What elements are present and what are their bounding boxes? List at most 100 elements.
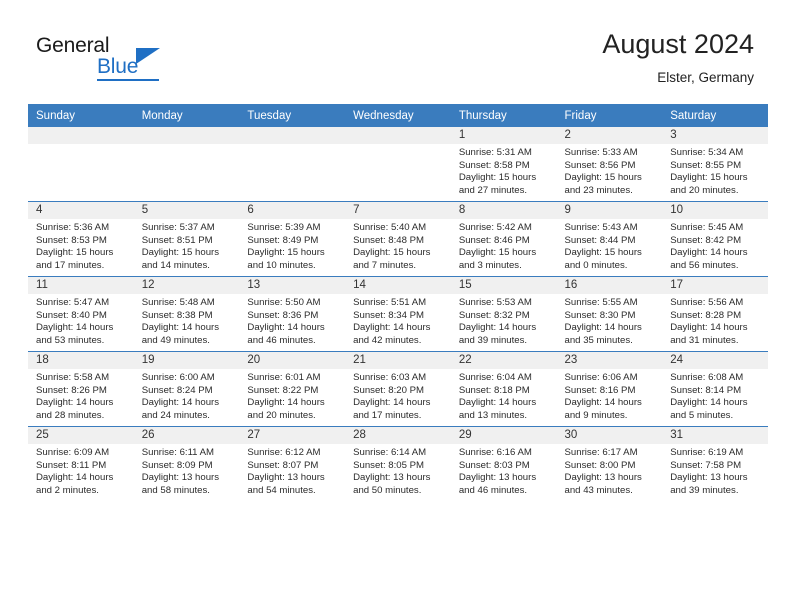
sunset-text: Sunset: 8:09 PM — [141, 459, 213, 471]
calendar-day-cell[interactable] — [239, 127, 346, 202]
calendar-day-cell[interactable]: 19 Sunrise: 6:00 AM Sunset: 8:24 PM Dayligh… — [133, 351, 240, 427]
day-number: 20 — [239, 352, 346, 369]
day-cell: 9 Sunrise: 5:43 AM Sunset: 8:44 PM Daylight… — [556, 202, 663, 276]
day-details: Sunrise: 6:09 AM Sunset: 8:11 PM Daylight:… — [28, 444, 134, 497]
sunset-text: Sunset: 8:55 PM — [670, 159, 742, 171]
calendar-day-cell[interactable]: 3 Sunrise: 5:34 AM Sunset: 8:55 PM Daylight… — [662, 127, 768, 202]
day-cell: 23 Sunrise: 6:06 AM Sunset: 8:16 PM Dayligh… — [556, 352, 663, 426]
sunset-text: Sunset: 8:20 PM — [353, 384, 425, 396]
calendar-day-cell[interactable]: 16 Sunrise: 5:55 AM Sunset: 8:30 PM Dayligh… — [556, 276, 663, 352]
sunset-text: Sunset: 8:26 PM — [36, 384, 107, 396]
calendar-day-cell[interactable]: 13 Sunrise: 5:50 AM Sunset: 8:36 PM Dayligh… — [239, 276, 346, 352]
day-cell: 30 Sunrise: 6:17 AM Sunset: 8:00 PM Dayligh… — [556, 427, 663, 501]
calendar-day-cell[interactable]: 2 Sunrise: 5:33 AM Sunset: 8:56 PM Daylight… — [556, 127, 663, 202]
day-number: 30 — [556, 427, 663, 444]
sunrise-text: Sunrise: 6:00 AM — [141, 372, 215, 383]
calendar-day-cell[interactable]: 12 Sunrise: 5:48 AM Sunset: 8:38 PM Dayligh… — [133, 276, 240, 352]
daylight-text: Daylight: 13 hours and 54 minutes. — [247, 472, 325, 496]
daylight-text: Daylight: 14 hours and 53 minutes. — [36, 322, 114, 346]
calendar-day-cell[interactable]: 29 Sunrise: 6:16 AM Sunset: 8:03 PM Dayligh… — [450, 426, 557, 501]
sunrise-text: Sunrise: 5:42 AM — [458, 222, 532, 233]
daylight-text: Daylight: 14 hours and 28 minutes. — [36, 397, 114, 421]
day-number: 10 — [662, 202, 768, 219]
day-number: 24 — [662, 352, 768, 369]
sunset-text: Sunset: 8:38 PM — [141, 309, 213, 321]
general-blue-logo[interactable]: General Blue — [36, 34, 216, 86]
sunrise-text: Sunrise: 5:51 AM — [353, 297, 427, 308]
sunrise-text: Sunrise: 6:16 AM — [458, 447, 532, 458]
calendar-day-cell[interactable]: 14 Sunrise: 5:51 AM Sunset: 8:34 PM Dayligh… — [345, 276, 451, 352]
sunset-text: Sunset: 8:58 PM — [458, 159, 530, 171]
sunset-text: Sunset: 8:56 PM — [564, 159, 636, 171]
day-number: 19 — [133, 352, 240, 369]
calendar-day-cell[interactable]: 17 Sunrise: 5:56 AM Sunset: 8:28 PM Dayligh… — [662, 276, 768, 352]
day-details: Sunrise: 5:56 AM Sunset: 8:28 PM Daylight:… — [662, 294, 768, 347]
logo-triangle-icon — [136, 48, 160, 64]
calendar-day-cell[interactable]: 5 Sunrise: 5:37 AM Sunset: 8:51 PM Daylight… — [133, 201, 240, 277]
daylight-text: Daylight: 14 hours and 24 minutes. — [141, 397, 220, 421]
day-details: Sunrise: 5:39 AM Sunset: 8:49 PM Daylight:… — [239, 219, 345, 272]
calendar-day-cell[interactable] — [345, 127, 451, 202]
calendar-header-row: Sunday Monday Tuesday Wednesday Thursday… — [28, 104, 768, 127]
calendar-day-cell[interactable]: 10 Sunrise: 5:45 AM Sunset: 8:42 PM Dayligh… — [662, 201, 768, 277]
page-header: General Blue August 2024 Elster, Germany — [28, 28, 768, 98]
day-number: 18 — [28, 352, 134, 369]
day-cell-empty — [239, 127, 346, 201]
day-number: 9 — [556, 202, 663, 219]
sunset-text: Sunset: 8:16 PM — [564, 384, 636, 396]
calendar-day-cell[interactable]: 9 Sunrise: 5:43 AM Sunset: 8:44 PM Daylight… — [556, 201, 663, 277]
calendar-week-row: 25 Sunrise: 6:09 AM Sunset: 8:11 PM Dayligh… — [28, 426, 768, 501]
page-title: August 2024 — [602, 29, 754, 59]
calendar-day-cell[interactable]: 20 Sunrise: 6:01 AM Sunset: 8:22 PM Dayligh… — [239, 351, 346, 427]
sunset-text: Sunset: 8:05 PM — [353, 459, 425, 471]
sunset-text: Sunset: 8:49 PM — [247, 234, 319, 246]
day-cell: 25 Sunrise: 6:09 AM Sunset: 8:11 PM Dayligh… — [28, 427, 134, 501]
calendar-day-cell[interactable]: 11 Sunrise: 5:47 AM Sunset: 8:40 PM Dayligh… — [28, 276, 134, 352]
calendar-day-cell[interactable] — [28, 127, 134, 202]
calendar-day-cell[interactable]: 31 Sunrise: 6:19 AM Sunset: 7:58 PM Dayligh… — [662, 426, 768, 501]
calendar-day-cell[interactable]: 28 Sunrise: 6:14 AM Sunset: 8:05 PM Dayligh… — [345, 426, 451, 501]
day-number: 17 — [662, 277, 768, 294]
calendar-day-cell[interactable]: 6 Sunrise: 5:39 AM Sunset: 8:49 PM Daylight… — [239, 201, 346, 277]
day-number: 8 — [450, 202, 557, 219]
calendar-day-cell[interactable]: 15 Sunrise: 5:53 AM Sunset: 8:32 PM Dayligh… — [450, 276, 557, 352]
sunrise-text: Sunrise: 5:47 AM — [36, 297, 110, 308]
calendar-day-cell[interactable]: 21 Sunrise: 6:03 AM Sunset: 8:20 PM Dayligh… — [345, 351, 451, 427]
calendar-day-cell[interactable]: 22 Sunrise: 6:04 AM Sunset: 8:18 PM Dayligh… — [450, 351, 557, 427]
calendar-day-cell[interactable]: 18 Sunrise: 5:58 AM Sunset: 8:26 PM Dayligh… — [28, 351, 134, 427]
calendar-day-cell[interactable]: 4 Sunrise: 5:36 AM Sunset: 8:53 PM Daylight… — [28, 201, 134, 277]
day-cell: 18 Sunrise: 5:58 AM Sunset: 8:26 PM Dayligh… — [28, 352, 134, 426]
sunrise-text: Sunrise: 6:14 AM — [353, 447, 427, 458]
calendar-day-cell[interactable]: 30 Sunrise: 6:17 AM Sunset: 8:00 PM Dayligh… — [556, 426, 663, 501]
daylight-text: Daylight: 15 hours and 14 minutes. — [141, 247, 220, 271]
day-number: 1 — [450, 127, 557, 144]
calendar-day-cell[interactable]: 27 Sunrise: 6:12 AM Sunset: 8:07 PM Dayligh… — [239, 426, 346, 501]
calendar-day-cell[interactable]: 8 Sunrise: 5:42 AM Sunset: 8:46 PM Daylight… — [450, 201, 557, 277]
calendar-day-cell[interactable]: 25 Sunrise: 6:09 AM Sunset: 8:11 PM Dayligh… — [28, 426, 134, 501]
day-number: 29 — [450, 427, 557, 444]
calendar-day-cell[interactable] — [133, 127, 240, 202]
sunrise-text: Sunrise: 5:37 AM — [141, 222, 215, 233]
weekday-header-monday: Monday — [133, 104, 240, 127]
day-cell: 21 Sunrise: 6:03 AM Sunset: 8:20 PM Dayligh… — [345, 352, 451, 426]
day-details: Sunrise: 6:08 AM Sunset: 8:14 PM Daylight:… — [662, 369, 768, 422]
sunrise-text: Sunrise: 5:34 AM — [670, 147, 744, 158]
calendar-day-cell[interactable]: 7 Sunrise: 5:40 AM Sunset: 8:48 PM Daylight… — [345, 201, 451, 277]
day-cell: 14 Sunrise: 5:51 AM Sunset: 8:34 PM Dayligh… — [345, 277, 451, 351]
calendar-day-cell[interactable]: 1 Sunrise: 5:31 AM Sunset: 8:58 PM Daylight… — [450, 127, 557, 202]
calendar-day-cell[interactable]: 26 Sunrise: 6:11 AM Sunset: 8:09 PM Dayligh… — [133, 426, 240, 501]
calendar-day-cell[interactable]: 24 Sunrise: 6:08 AM Sunset: 8:14 PM Dayligh… — [662, 351, 768, 427]
day-cell: 1 Sunrise: 5:31 AM Sunset: 8:58 PM Daylight… — [450, 127, 557, 201]
logo-text-blue: Blue — [97, 55, 139, 78]
calendar-day-cell[interactable]: 23 Sunrise: 6:06 AM Sunset: 8:16 PM Dayligh… — [556, 351, 663, 427]
calendar-page: General Blue August 2024 Elster, Germany… — [0, 0, 792, 612]
day-cell: 5 Sunrise: 5:37 AM Sunset: 8:51 PM Daylight… — [133, 202, 240, 276]
sunrise-text: Sunrise: 5:48 AM — [141, 297, 215, 308]
daylight-text: Daylight: 15 hours and 0 minutes. — [564, 247, 642, 271]
sunrise-text: Sunrise: 6:17 AM — [564, 447, 638, 458]
day-details: Sunrise: 6:17 AM Sunset: 8:00 PM Daylight:… — [557, 444, 663, 497]
day-details: Sunrise: 6:00 AM Sunset: 8:24 PM Daylight:… — [134, 369, 240, 422]
day-details: Sunrise: 5:55 AM Sunset: 8:30 PM Daylight:… — [557, 294, 663, 347]
sunrise-text: Sunrise: 5:40 AM — [353, 222, 427, 233]
sunrise-text: Sunrise: 5:39 AM — [247, 222, 321, 233]
